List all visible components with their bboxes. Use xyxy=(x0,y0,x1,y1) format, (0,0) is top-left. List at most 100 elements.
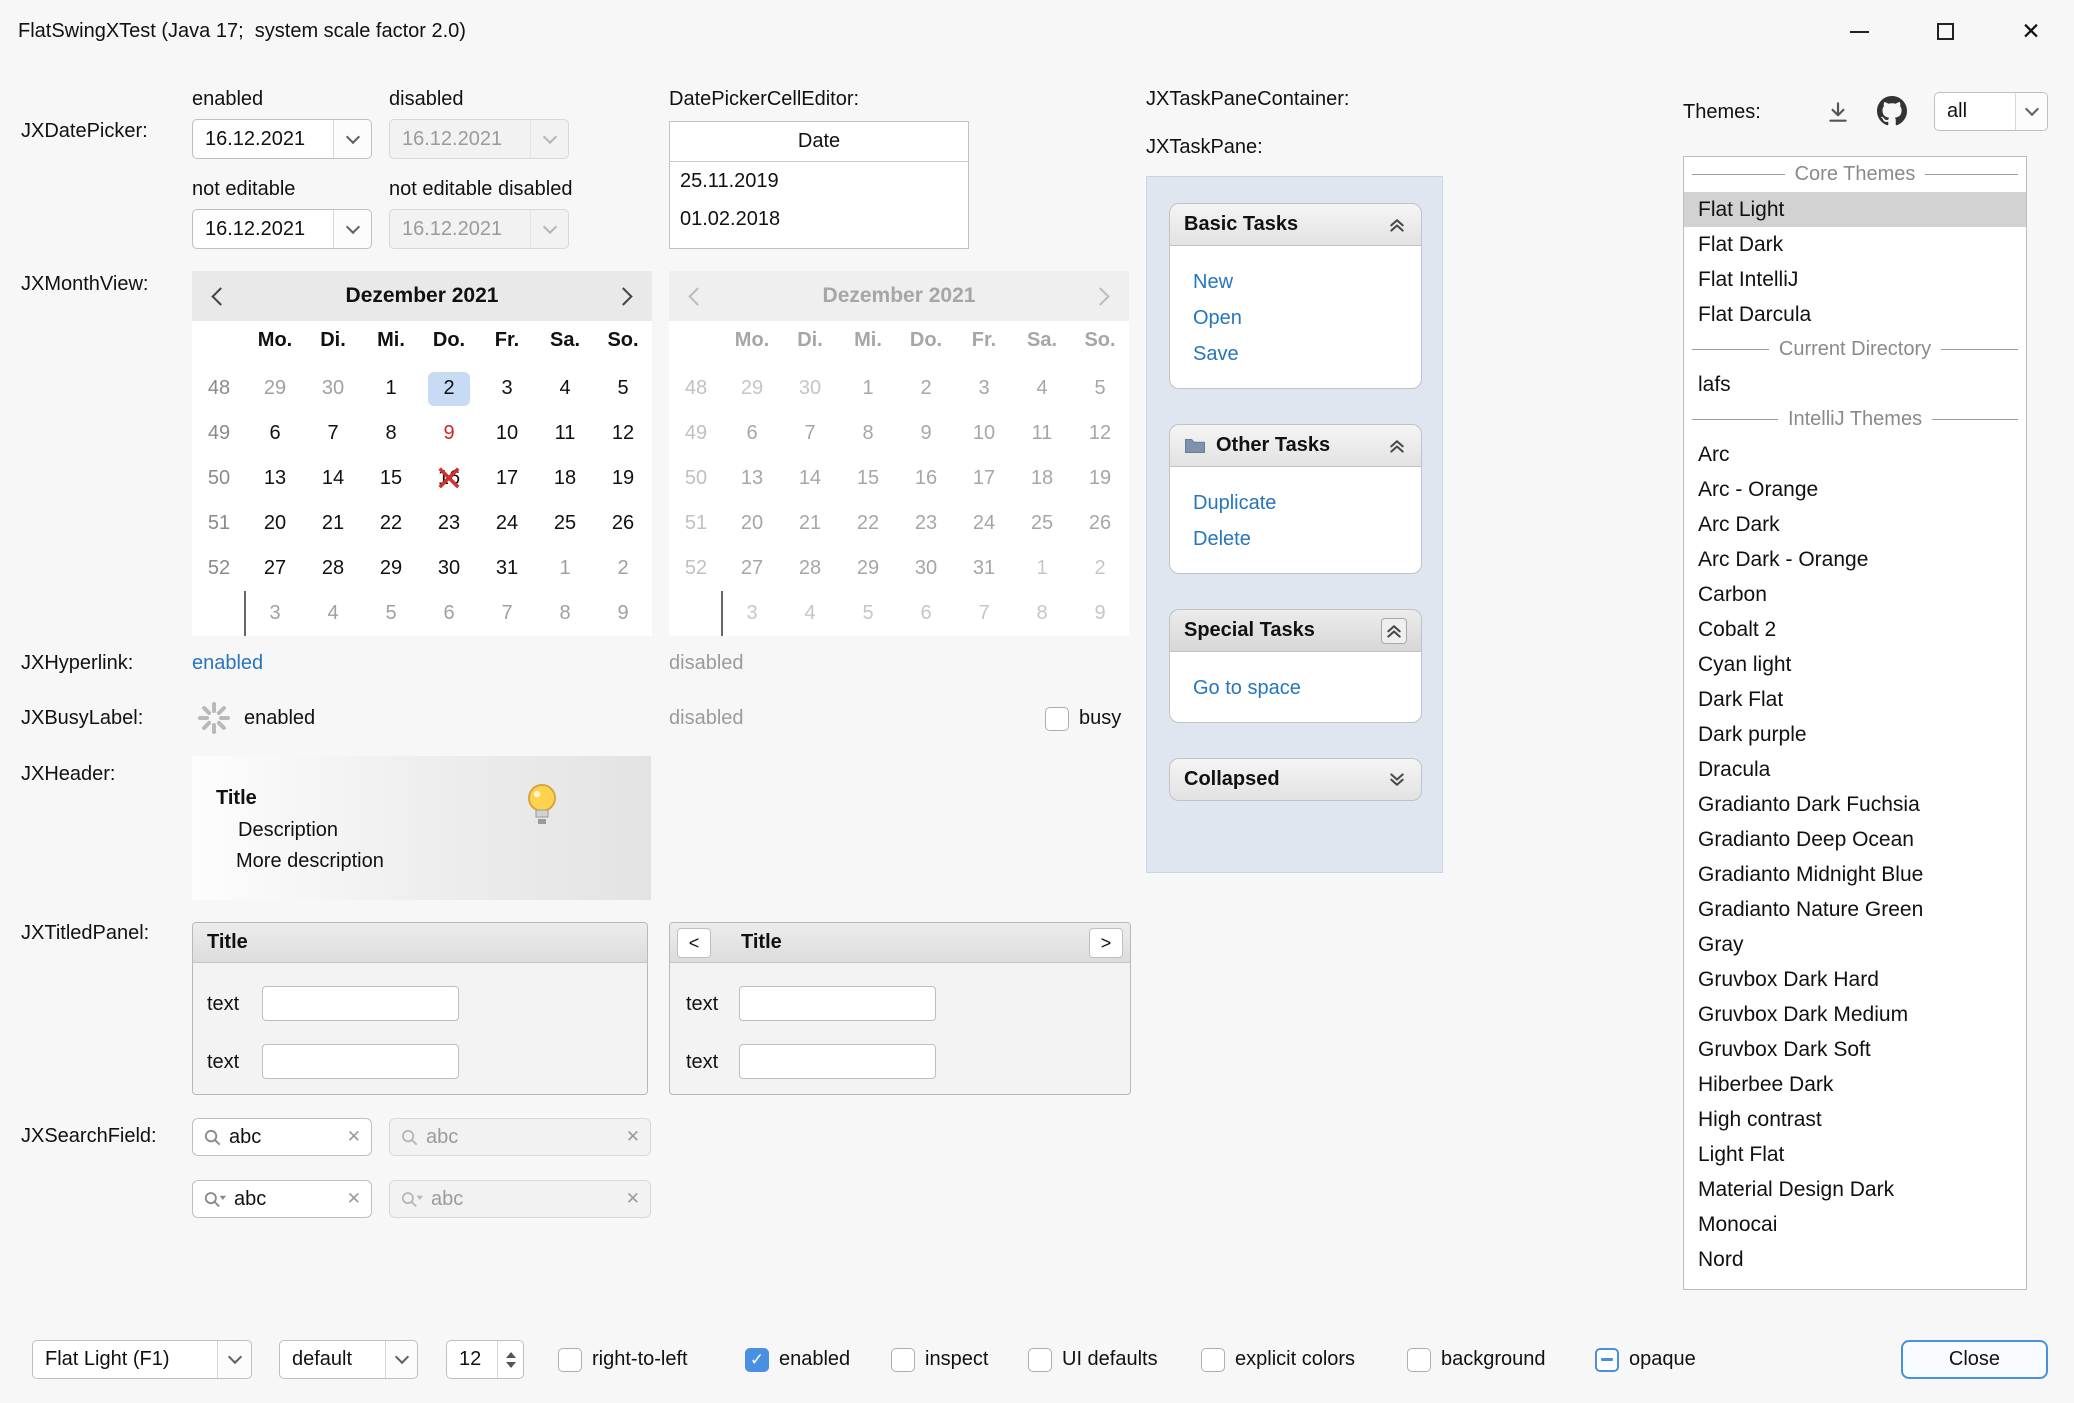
theme-item[interactable]: Flat IntelliJ xyxy=(1684,262,2026,297)
calendar-day[interactable]: 24 xyxy=(478,501,536,546)
calendar-day[interactable]: 4 xyxy=(536,366,594,411)
theme-item[interactable]: Cobalt 2 xyxy=(1684,612,2026,647)
theme-item[interactable]: Flat Darcula xyxy=(1684,297,2026,332)
checkbox-box[interactable]: ✓ xyxy=(745,1348,769,1372)
theme-item[interactable]: Carbon xyxy=(1684,577,2026,612)
theme-item[interactable]: Flat Light xyxy=(1684,192,2026,227)
search-field[interactable]: ✕ xyxy=(192,1118,372,1156)
checkbox-box[interactable] xyxy=(1407,1348,1431,1372)
calendar-day[interactable]: 3 xyxy=(478,366,536,411)
theme-item[interactable]: Dracula xyxy=(1684,752,2026,787)
close-button[interactable]: Close xyxy=(1901,1340,2048,1379)
hyperlink-enabled[interactable]: enabled xyxy=(192,649,263,677)
style-combo[interactable]: default xyxy=(279,1340,418,1379)
calendar-day[interactable]: 18 xyxy=(536,456,594,501)
calendar-day[interactable]: 8 xyxy=(362,411,420,456)
theme-item[interactable]: Flat Dark xyxy=(1684,227,2026,262)
spinner-down-icon[interactable] xyxy=(506,1362,516,1368)
combo-dropdown-button[interactable] xyxy=(217,1341,251,1378)
theme-item[interactable]: Gradianto Dark Fuchsia xyxy=(1684,787,2026,822)
theme-item[interactable]: Arc xyxy=(1684,437,2026,472)
theme-item[interactable]: Nord xyxy=(1684,1242,2026,1277)
checkbox-opaque[interactable]: opaque xyxy=(1595,1340,1696,1379)
calendar-day[interactable]: 10 xyxy=(478,411,536,456)
taskpane-header[interactable]: Basic Tasks xyxy=(1169,203,1422,246)
next-button[interactable]: > xyxy=(1089,928,1123,958)
checkbox-box[interactable] xyxy=(891,1348,915,1372)
taskpane-item-link[interactable]: Go to space xyxy=(1193,670,1421,706)
search-input[interactable] xyxy=(234,1188,340,1211)
taskpane-header[interactable]: Other Tasks xyxy=(1169,424,1422,467)
calendar-day[interactable]: 9 xyxy=(420,411,478,456)
calendar-day[interactable]: 12 xyxy=(594,411,652,456)
checkbox-explicit-colors[interactable]: explicit colors xyxy=(1201,1340,1355,1379)
theme-item[interactable]: High contrast xyxy=(1684,1102,2026,1137)
laf-combo[interactable]: Flat Light (F1) xyxy=(32,1340,252,1379)
combo-dropdown-button[interactable] xyxy=(385,1341,417,1378)
checkbox-inspect[interactable]: inspect xyxy=(891,1340,988,1379)
combo-dropdown-button[interactable] xyxy=(2015,93,2047,130)
calendar-day[interactable]: 17 xyxy=(478,456,536,501)
calendar-day[interactable]: 23 xyxy=(420,501,478,546)
theme-item[interactable]: Arc Dark - Orange xyxy=(1684,542,2026,577)
calendar-day[interactable]: 16 xyxy=(420,456,478,501)
datepicker-dropdown-button[interactable] xyxy=(333,120,371,158)
taskpane-item-link[interactable]: New xyxy=(1193,264,1421,300)
calendar-day[interactable]: 7 xyxy=(478,591,536,636)
taskpane-header[interactable]: Collapsed xyxy=(1169,758,1422,801)
calendar-day[interactable]: 2 xyxy=(420,366,478,411)
previous-month-icon[interactable] xyxy=(211,287,229,305)
font-size-spinner[interactable]: 12 xyxy=(446,1340,524,1379)
theme-item[interactable]: Hiberbee Dark xyxy=(1684,1067,2026,1102)
search-field-with-menu[interactable]: ✕ xyxy=(192,1180,372,1218)
taskpane-item-link[interactable]: Save xyxy=(1193,336,1421,372)
calendar-day[interactable]: 1 xyxy=(362,366,420,411)
checkbox-background[interactable]: background xyxy=(1407,1340,1546,1379)
spinner-buttons[interactable] xyxy=(497,1341,523,1378)
calendar-day[interactable]: 29 xyxy=(362,546,420,591)
calendar-day[interactable]: 27 xyxy=(246,546,304,591)
theme-item[interactable]: Dark Flat xyxy=(1684,682,2026,717)
theme-item[interactable]: Gray xyxy=(1684,927,2026,962)
maximize-button[interactable] xyxy=(1902,0,1988,63)
theme-item[interactable]: lafs xyxy=(1684,367,2026,402)
calendar-day[interactable]: 9 xyxy=(594,591,652,636)
calendar-day[interactable]: 4 xyxy=(304,591,362,636)
calendar-day[interactable]: 6 xyxy=(246,411,304,456)
calendar-day[interactable]: 28 xyxy=(304,546,362,591)
calendar-day[interactable]: 25 xyxy=(536,501,594,546)
calendar-day[interactable]: 22 xyxy=(362,501,420,546)
calendar-day[interactable]: 5 xyxy=(594,366,652,411)
calendar-day[interactable]: 21 xyxy=(304,501,362,546)
theme-item[interactable]: Gruvbox Dark Medium xyxy=(1684,997,2026,1032)
previous-button[interactable]: < xyxy=(677,928,711,958)
theme-item[interactable]: Cyan light xyxy=(1684,647,2026,682)
search-menu-icon[interactable] xyxy=(203,1190,227,1209)
calendar-day[interactable]: 6 xyxy=(420,591,478,636)
calendar-day[interactable]: 30 xyxy=(420,546,478,591)
calendar-day[interactable]: 29 xyxy=(246,366,304,411)
theme-item[interactable]: Gruvbox Dark Soft xyxy=(1684,1032,2026,1067)
text-field[interactable] xyxy=(739,986,936,1021)
calendar-day[interactable]: 7 xyxy=(304,411,362,456)
datepicker-enabled[interactable]: 16.12.2021 xyxy=(192,119,372,159)
text-field[interactable] xyxy=(262,1044,459,1079)
checkbox-right-to-left[interactable]: right-to-left xyxy=(558,1340,688,1379)
datepicker-dropdown-button[interactable] xyxy=(333,210,371,248)
calendar-day[interactable]: 19 xyxy=(594,456,652,501)
calendar-day[interactable]: 31 xyxy=(478,546,536,591)
calendar-day[interactable]: 30 xyxy=(304,366,362,411)
calendar-day[interactable]: 20 xyxy=(246,501,304,546)
checkbox-enabled[interactable]: ✓enabled xyxy=(745,1340,850,1379)
clear-icon[interactable]: ✕ xyxy=(347,1189,361,1209)
taskpane-item-link[interactable]: Open xyxy=(1193,300,1421,336)
checkbox-box[interactable] xyxy=(1045,707,1069,731)
calendar-day[interactable]: 14 xyxy=(304,456,362,501)
taskpane-header[interactable]: Special Tasks xyxy=(1169,609,1422,652)
clear-icon[interactable]: ✕ xyxy=(347,1127,361,1147)
theme-item[interactable]: Arc Dark xyxy=(1684,507,2026,542)
calendar-day[interactable]: 3 xyxy=(246,591,304,636)
spinner-up-icon[interactable] xyxy=(506,1352,516,1358)
chevron-double-up-icon[interactable] xyxy=(1387,436,1407,456)
close-window-button[interactable]: ✕ xyxy=(1988,0,2074,63)
